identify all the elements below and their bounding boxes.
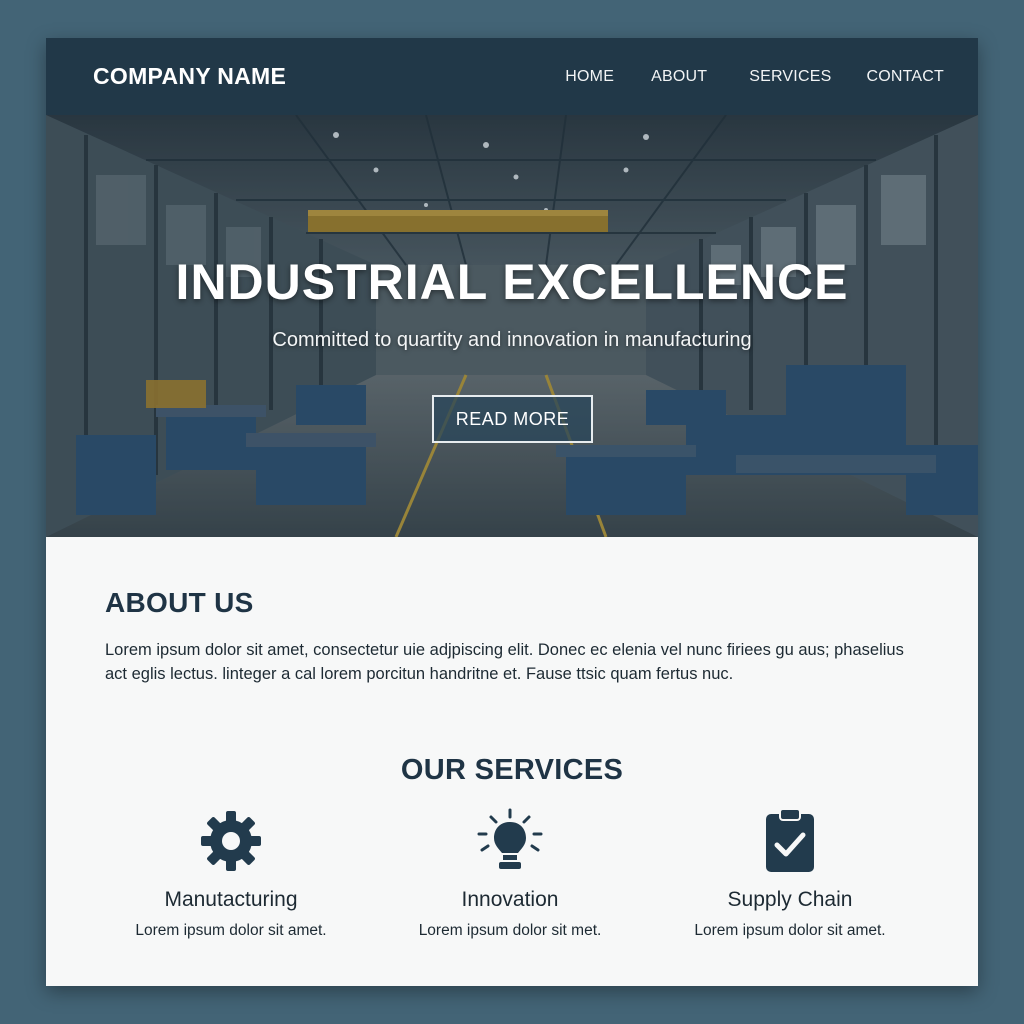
- service-name: Innovation: [461, 888, 559, 911]
- read-more-button[interactable]: READ MORE: [432, 395, 593, 443]
- service-name: Manutacturing: [164, 888, 298, 911]
- hero-subtitle: Committed to quartity and innovation in …: [272, 329, 752, 351]
- service-innovation[interactable]: Innovation Lorem ipsum dolor sit met.: [380, 808, 640, 940]
- nav-home[interactable]: HOME: [565, 68, 614, 86]
- nav-contact[interactable]: CONTACT: [866, 68, 944, 86]
- about-paragraph: Lorem ipsum dolor sit amet, consectetur …: [105, 641, 904, 683]
- webpage: COMPANY NAME HOME ABOUT SERVICES CONTACT: [46, 38, 978, 986]
- nav-services[interactable]: SERVICES: [749, 68, 831, 86]
- nav-about[interactable]: ABOUT: [651, 68, 707, 86]
- service-description: Lorem ipsum dolor sit met.: [418, 922, 602, 939]
- hero-banner: INDUSTRIAL EXCELLENCE Committed to quart…: [46, 115, 978, 537]
- company-logo-text[interactable]: COMPANY NAME: [93, 63, 286, 90]
- hero-title: INDUSTRIAL EXCELLENCE: [175, 254, 849, 310]
- about-heading: ABOUT US: [105, 587, 254, 618]
- lightbulb-icon: [380, 808, 640, 874]
- service-manufacturing[interactable]: Manutacturing Lorem ipsum dolor sit amet…: [101, 808, 361, 940]
- service-supply-chain[interactable]: Supply Chain Lorem ipsum dolor sit amet.: [660, 808, 920, 940]
- gear-icon: [101, 808, 361, 874]
- hero-overlay: [46, 115, 978, 537]
- service-description: Lorem ipsum dolor sit amet.: [694, 922, 886, 939]
- services-heading: OUR SERVICES: [400, 754, 624, 786]
- main-nav: HOME ABOUT SERVICES CONTACT: [565, 68, 944, 86]
- service-description: Lorem ipsum dolor sit amet.: [135, 922, 327, 939]
- clipboard-check-icon: [660, 808, 920, 874]
- navbar: COMPANY NAME HOME ABOUT SERVICES CONTACT: [46, 38, 978, 115]
- service-name: Supply Chain: [727, 888, 853, 911]
